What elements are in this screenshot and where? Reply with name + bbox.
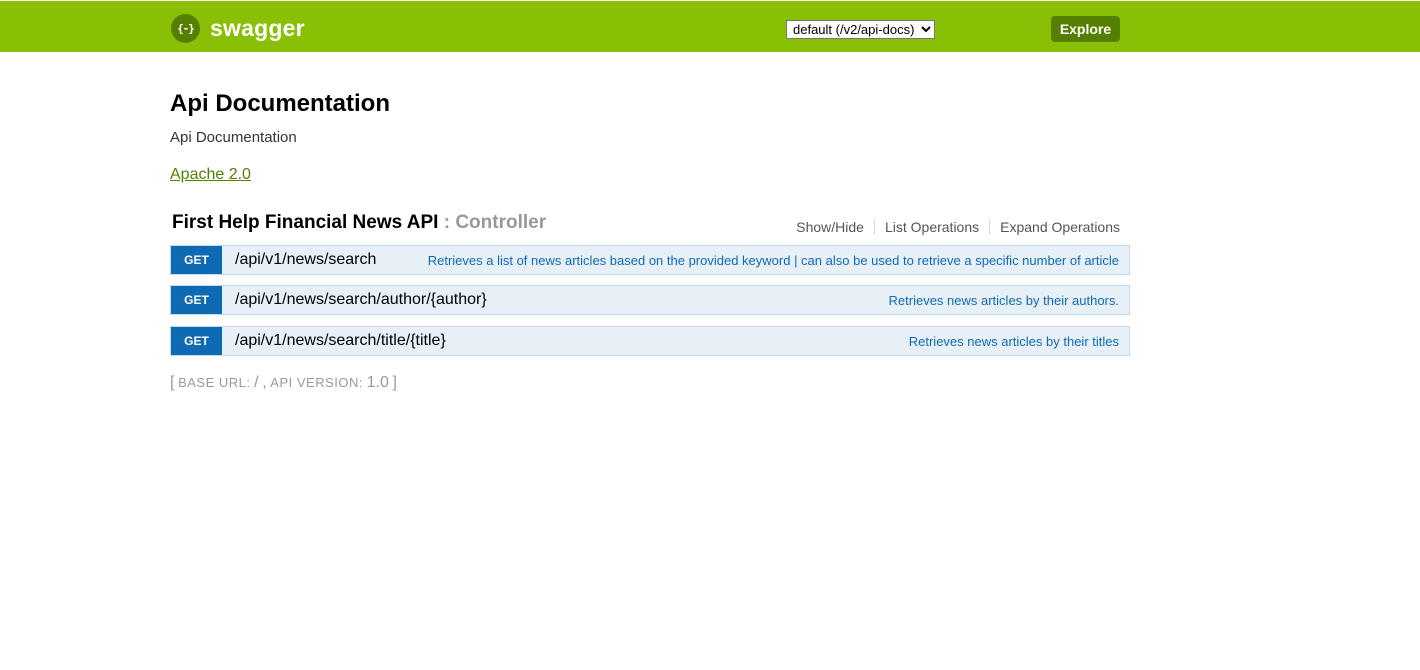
base-url-label: BASE URL: bbox=[178, 375, 251, 390]
operation-summary[interactable]: Retrieves news articles by their authors… bbox=[889, 293, 1119, 308]
resource-name: First Help Financial News API bbox=[172, 212, 439, 233]
operation-row[interactable]: GET /api/v1/news/search/author/{author} … bbox=[170, 285, 1130, 315]
operation-row[interactable]: GET /api/v1/news/search/title/{title} Re… bbox=[170, 326, 1130, 356]
list-operations-link[interactable]: List Operations bbox=[885, 219, 979, 235]
method-badge[interactable]: GET bbox=[171, 286, 222, 314]
expand-operations-link[interactable]: Expand Operations bbox=[1000, 219, 1120, 235]
swagger-icon: {-} bbox=[171, 13, 200, 43]
footer-close-bracket: ] bbox=[392, 374, 397, 391]
operation-summary[interactable]: Retrieves news articles by their titles bbox=[909, 334, 1119, 349]
method-badge[interactable]: GET bbox=[171, 246, 222, 274]
api-title: Api Documentation bbox=[170, 90, 390, 117]
resource-type: Controller bbox=[455, 212, 547, 233]
resource-heading: First Help Financial News API : Controll… bbox=[172, 212, 1130, 236]
options-divider bbox=[989, 218, 991, 235]
resource-separator: : bbox=[443, 212, 451, 233]
swagger-logo[interactable]: {-} swagger bbox=[171, 13, 305, 43]
explore-button[interactable]: Explore bbox=[1051, 16, 1120, 42]
operation-row[interactable]: GET /api/v1/news/search Retrieves a list… bbox=[170, 245, 1130, 275]
top-header: {-} swagger default (/v2/api-docs) Explo… bbox=[0, 1, 1420, 52]
operation-path[interactable]: /api/v1/news/search/author/{author} bbox=[235, 291, 487, 309]
footer-open-bracket: [ bbox=[170, 374, 175, 391]
show-hide-link[interactable]: Show/Hide bbox=[796, 219, 864, 235]
base-url-value: / bbox=[254, 374, 259, 391]
api-info-footer: [ BASE URL: / , API VERSION: 1.0 ] bbox=[170, 374, 397, 392]
license-link[interactable]: Apache 2.0 bbox=[170, 166, 251, 184]
footer-comma: , bbox=[262, 374, 267, 391]
operation-path[interactable]: /api/v1/news/search/title/{title} bbox=[235, 332, 446, 350]
resource-options: Show/Hide List Operations Expand Operati… bbox=[796, 218, 1120, 235]
method-badge[interactable]: GET bbox=[171, 327, 222, 355]
api-version-value: 1.0 bbox=[366, 374, 389, 391]
resource-title[interactable]: First Help Financial News API : Controll… bbox=[172, 212, 546, 234]
logo-text: swagger bbox=[210, 14, 305, 41]
api-version-label: API VERSION: bbox=[270, 375, 363, 390]
options-divider bbox=[873, 218, 875, 235]
api-description: Api Documentation bbox=[170, 129, 297, 146]
api-spec-select[interactable]: default (/v2/api-docs) bbox=[786, 20, 935, 39]
operation-summary[interactable]: Retrieves a list of news articles based … bbox=[428, 253, 1119, 268]
operation-path[interactable]: /api/v1/news/search bbox=[235, 251, 376, 269]
